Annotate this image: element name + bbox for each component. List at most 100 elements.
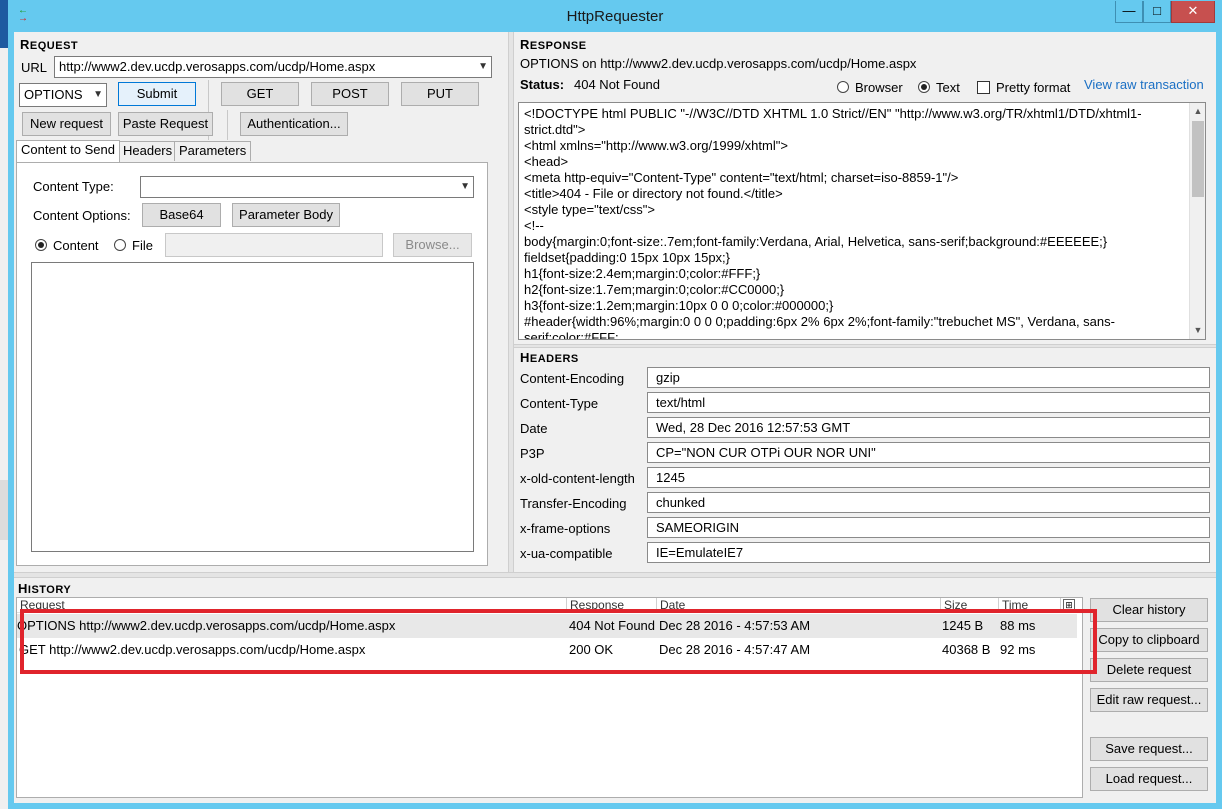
headers-section-title: HEADERS <box>520 350 579 365</box>
header-name: Content-Encoding <box>520 371 625 386</box>
status-label: Status: <box>520 77 565 92</box>
response-section-title: RESPONSE <box>520 37 587 52</box>
history-row[interactable]: GET http://www2.dev.ucdp.verosapps.com/u… <box>17 638 1077 662</box>
url-value: http://www2.dev.ucdp.verosapps.com/ucdp/… <box>59 59 376 74</box>
maximize-button[interactable]: □ <box>1143 1 1171 23</box>
put-button[interactable]: PUT <box>401 82 479 106</box>
scroll-thumb[interactable] <box>1192 121 1204 197</box>
history-request: OPTIONS http://www2.dev.ucdp.verosapps.c… <box>17 618 396 633</box>
pretty-format-label: Pretty format <box>996 80 1071 95</box>
history-panel: HISTORY Request Response Date Size Time … <box>14 578 1216 803</box>
tab-parameters[interactable]: Parameters <box>174 141 252 161</box>
window-client: REQUEST URL http://www2.dev.ucdp.verosap… <box>14 32 1216 803</box>
load-request-button[interactable]: Load request... <box>1090 767 1208 791</box>
submit-button[interactable]: Submit <box>118 82 196 106</box>
edit-raw-request-button[interactable]: Edit raw request... <box>1090 688 1208 712</box>
app-window: ← → HttpRequester — □ ✕ REQUEST URL http:… <box>8 0 1222 809</box>
response-body-view[interactable]: <!DOCTYPE html PUBLIC "-//W3C//DTD XHTML… <box>518 102 1206 340</box>
history-section-title: HISTORY <box>18 581 72 596</box>
header-value[interactable]: 1245 <box>647 467 1210 488</box>
history-response: 200 OK <box>569 642 614 657</box>
header-value[interactable]: IE=EmulateIE7 <box>647 542 1210 563</box>
pretty-format-checkbox[interactable]: Pretty format <box>977 80 1070 95</box>
history-size: 1245 B <box>942 618 984 633</box>
parameter-body-button[interactable]: Parameter Body <box>232 203 340 227</box>
radio-unselected-icon <box>114 239 126 251</box>
column-header-size[interactable]: Size <box>941 598 999 613</box>
content-type-select[interactable]: ▼ <box>140 176 474 198</box>
browse-button[interactable]: Browse... <box>393 233 472 257</box>
view-raw-transaction-link[interactable]: View raw transaction <box>1084 77 1204 92</box>
header-value[interactable]: CP="NON CUR OTPi OUR NOR UNI" <box>647 442 1210 463</box>
checkbox-icon <box>977 81 990 94</box>
base64-button[interactable]: Base64 <box>142 203 221 227</box>
text-radio[interactable]: Text <box>918 80 960 95</box>
method-select[interactable]: OPTIONS ▼ <box>19 83 107 107</box>
status-value: 404 Not Found <box>574 77 661 92</box>
content-type-label: Content Type: <box>33 179 114 194</box>
history-table: Request Response Date Size Time ⊞ OPTION… <box>16 597 1083 798</box>
save-request-button[interactable]: Save request... <box>1090 737 1208 761</box>
column-header-time[interactable]: Time <box>999 598 1061 613</box>
minimize-button[interactable]: — <box>1115 1 1143 23</box>
browser-radio[interactable]: Browser <box>837 80 903 95</box>
close-button[interactable]: ✕ <box>1171 1 1215 23</box>
response-summary: OPTIONS on http://www2.dev.ucdp.verosapp… <box>520 56 917 71</box>
column-header-date[interactable]: Date <box>657 598 941 613</box>
history-date: Dec 28 2016 - 4:57:47 AM <box>659 642 811 657</box>
scroll-up-icon[interactable]: ▲ <box>1190 103 1205 119</box>
chevron-down-icon: ▼ <box>93 89 103 100</box>
header-row: Content-Encoding gzip <box>520 367 1210 392</box>
history-size: 40368 B <box>942 642 991 657</box>
headers-panel: HEADERS Content-Encoding gzip Content-Ty… <box>514 348 1214 570</box>
request-body-textarea[interactable] <box>31 262 474 552</box>
header-name: x-ua-compatible <box>520 546 613 561</box>
header-row: x-frame-options SAMEORIGIN <box>520 517 1210 542</box>
response-body-text: <!DOCTYPE html PUBLIC "-//W3C//DTD XHTML… <box>524 106 1142 340</box>
post-button[interactable]: POST <box>311 82 389 106</box>
authentication-button[interactable]: Authentication... <box>240 112 348 136</box>
headers-list: Content-Encoding gzip Content-Type text/… <box>520 367 1210 567</box>
content-radio-label: Content <box>53 238 99 253</box>
column-picker-icon[interactable]: ⊞ <box>1063 599 1075 611</box>
header-value[interactable]: Wed, 28 Dec 2016 12:57:53 GMT <box>647 417 1210 438</box>
radio-selected-icon <box>918 81 930 93</box>
header-value[interactable]: gzip <box>647 367 1210 388</box>
header-row: Date Wed, 28 Dec 2016 12:57:53 GMT <box>520 417 1210 442</box>
file-path-input[interactable] <box>165 233 383 257</box>
history-response: 404 Not Found <box>569 618 656 633</box>
history-time: 92 ms <box>1000 642 1036 657</box>
header-name: x-old-content-length <box>520 471 635 486</box>
paste-request-button[interactable]: Paste Request <box>118 112 213 136</box>
header-value[interactable]: text/html <box>647 392 1210 413</box>
content-radio[interactable]: Content <box>35 238 99 253</box>
tab-content-to-send[interactable]: Content to Send <box>16 140 120 162</box>
browser-radio-label: Browser <box>855 80 903 95</box>
method-value: OPTIONS <box>24 87 83 102</box>
column-header-request[interactable]: Request <box>17 598 567 613</box>
chevron-down-icon: ▼ <box>478 61 488 72</box>
request-tabs: Content to Send Headers Parameters <box>16 140 486 163</box>
url-input[interactable]: http://www2.dev.ucdp.verosapps.com/ucdp/… <box>54 56 492 78</box>
clear-history-button[interactable]: Clear history <box>1090 598 1208 622</box>
get-button[interactable]: GET <box>221 82 299 106</box>
column-header-response[interactable]: Response <box>567 598 657 613</box>
response-scrollbar[interactable]: ▲ ▼ <box>1189 103 1205 339</box>
toolbar-separator <box>227 110 228 140</box>
file-radio[interactable]: File <box>114 238 153 253</box>
copy-to-clipboard-button[interactable]: Copy to clipboard <box>1090 628 1208 652</box>
new-request-button[interactable]: New request <box>22 112 111 136</box>
delete-request-button[interactable]: Delete request <box>1090 658 1208 682</box>
scroll-down-icon[interactable]: ▼ <box>1190 322 1205 338</box>
header-value[interactable]: SAMEORIGIN <box>647 517 1210 538</box>
radio-unselected-icon <box>837 81 849 93</box>
header-row: x-old-content-length 1245 <box>520 467 1210 492</box>
header-name: x-frame-options <box>520 521 611 536</box>
title-bar[interactable]: ← → HttpRequester — □ ✕ <box>8 0 1222 32</box>
request-panel: REQUEST URL http://www2.dev.ucdp.verosap… <box>14 32 506 570</box>
tab-headers[interactable]: Headers <box>118 141 178 161</box>
text-radio-label: Text <box>936 80 960 95</box>
header-value[interactable]: chunked <box>647 492 1210 513</box>
request-section-title: REQUEST <box>20 37 79 52</box>
history-row[interactable]: OPTIONS http://www2.dev.ucdp.verosapps.c… <box>17 614 1077 638</box>
